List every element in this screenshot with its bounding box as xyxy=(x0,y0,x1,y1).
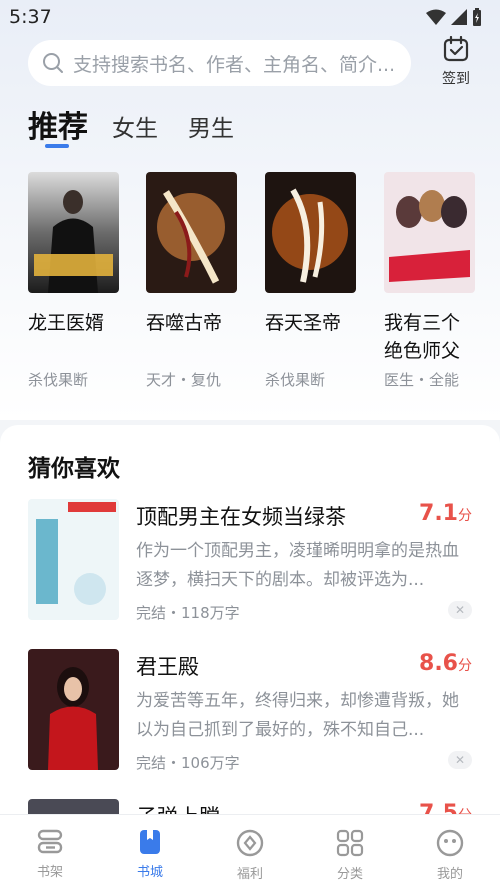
book-cover xyxy=(265,172,356,293)
checkin-button[interactable]: 签到 xyxy=(436,35,476,88)
recommend-book[interactable]: 我有三个绝色师父 医生・全能 xyxy=(384,172,476,389)
recommend-book[interactable]: 吞噬古帝 天才・复仇 xyxy=(146,172,238,389)
nav-label: 分类 xyxy=(336,867,363,882)
nav-category[interactable]: 分类 xyxy=(320,829,380,882)
tab-recommend[interactable]: 推荐 xyxy=(28,102,88,146)
calendar-check-icon xyxy=(443,35,469,62)
status-bar: 5:37 xyxy=(0,0,500,34)
recommend-title: 吞天圣帝 xyxy=(265,312,342,334)
profile-icon xyxy=(436,829,464,857)
bookstore-icon xyxy=(140,830,160,854)
book-score-unit: 分 xyxy=(458,658,472,674)
status-time: 5:37 xyxy=(9,6,52,28)
bookshelf-icon xyxy=(37,829,63,854)
bottom-nav: 书架 书城 福利 分类 我的 xyxy=(0,814,500,888)
recommend-book[interactable]: 龙王医婿 杀伐果断 xyxy=(28,172,120,389)
book-cover xyxy=(384,172,475,293)
category-icon xyxy=(336,829,364,857)
guess-section: 猜你喜欢 顶配男主在女频当绿茶 7.1分 作为一个顶配男主，凌瑾晞明明拿的是热血… xyxy=(0,425,500,888)
recommend-tags: 杀伐果断 xyxy=(28,371,89,389)
recommend-title: 龙王医婿 xyxy=(28,312,105,334)
section-title: 猜你喜欢 xyxy=(28,456,120,482)
recommend-tags: 天才・复仇 xyxy=(146,371,222,389)
book-cover xyxy=(28,172,119,293)
nav-welfare[interactable]: 福利 xyxy=(220,829,280,882)
book-item[interactable]: 顶配男主在女频当绿茶 7.1分 作为一个顶配男主，凌瑾晞明明拿的是热血逐梦，横扫… xyxy=(0,499,500,627)
nav-label: 书城 xyxy=(136,865,163,880)
recommend-title: 吞噬古帝 xyxy=(146,312,223,334)
recommend-book[interactable]: 吞天圣帝 杀伐果断 xyxy=(265,172,357,389)
tab-active-indicator xyxy=(45,144,69,148)
book-title: 君王殿 xyxy=(136,655,199,679)
search-bar[interactable]: 支持搜索书名、作者、主角名、简介... xyxy=(28,40,411,86)
recommend-tags: 医生・全能 xyxy=(384,371,460,389)
welfare-icon xyxy=(236,829,264,857)
signal-icon xyxy=(451,9,467,25)
book-item[interactable]: 君王殿 8.6分 为爱苦等五年，终得归来，却惨遭背叛，她以为自己抓到了最好的，殊… xyxy=(0,649,500,777)
tab-female[interactable]: 女生 xyxy=(112,109,158,143)
search-icon xyxy=(43,53,63,73)
book-cover xyxy=(28,499,119,620)
checkin-label: 签到 xyxy=(442,71,470,87)
search-placeholder: 支持搜索书名、作者、主角名、简介... xyxy=(73,53,393,76)
book-cover xyxy=(146,172,237,293)
wifi-icon xyxy=(426,9,446,25)
book-score: 8.6分 xyxy=(419,651,472,676)
book-meta: 完结・118万字 xyxy=(136,604,240,622)
nav-label: 我的 xyxy=(436,867,463,882)
book-description: 作为一个顶配男主，凌瑾晞明明拿的是热血逐梦，横扫天下的剧本。却被评选为... xyxy=(136,541,459,590)
battery-icon xyxy=(473,8,481,26)
nav-bookstore[interactable]: 书城 xyxy=(120,829,180,880)
nav-profile[interactable]: 我的 xyxy=(420,829,480,882)
recommend-row: 龙王医婿 杀伐果断 吞噬古帝 天才・复仇 吞天圣帝 杀伐果断 我有三个绝色师父 … xyxy=(0,172,500,392)
dismiss-button[interactable]: ✕ xyxy=(448,751,472,769)
book-score: 7.1分 xyxy=(419,501,472,526)
nav-label: 书架 xyxy=(36,865,63,880)
book-title: 顶配男主在女频当绿茶 xyxy=(136,505,346,529)
recommend-title: 我有三个绝色师父 xyxy=(384,312,461,362)
book-score-unit: 分 xyxy=(458,508,472,524)
book-description: 为爱苦等五年，终得归来，却惨遭背叛，她以为自己抓到了最好的，殊不知自己... xyxy=(136,691,459,740)
status-icons xyxy=(426,8,482,26)
tab-male[interactable]: 男生 xyxy=(188,109,234,143)
recommend-tags: 杀伐果断 xyxy=(265,371,326,389)
book-score-value: 8.6 xyxy=(419,651,458,676)
book-cover xyxy=(28,649,119,770)
nav-bookshelf[interactable]: 书架 xyxy=(20,829,80,880)
nav-label: 福利 xyxy=(236,867,263,882)
dismiss-button[interactable]: ✕ xyxy=(448,601,472,619)
book-meta: 完结・106万字 xyxy=(136,754,240,772)
book-score-value: 7.1 xyxy=(419,501,458,526)
